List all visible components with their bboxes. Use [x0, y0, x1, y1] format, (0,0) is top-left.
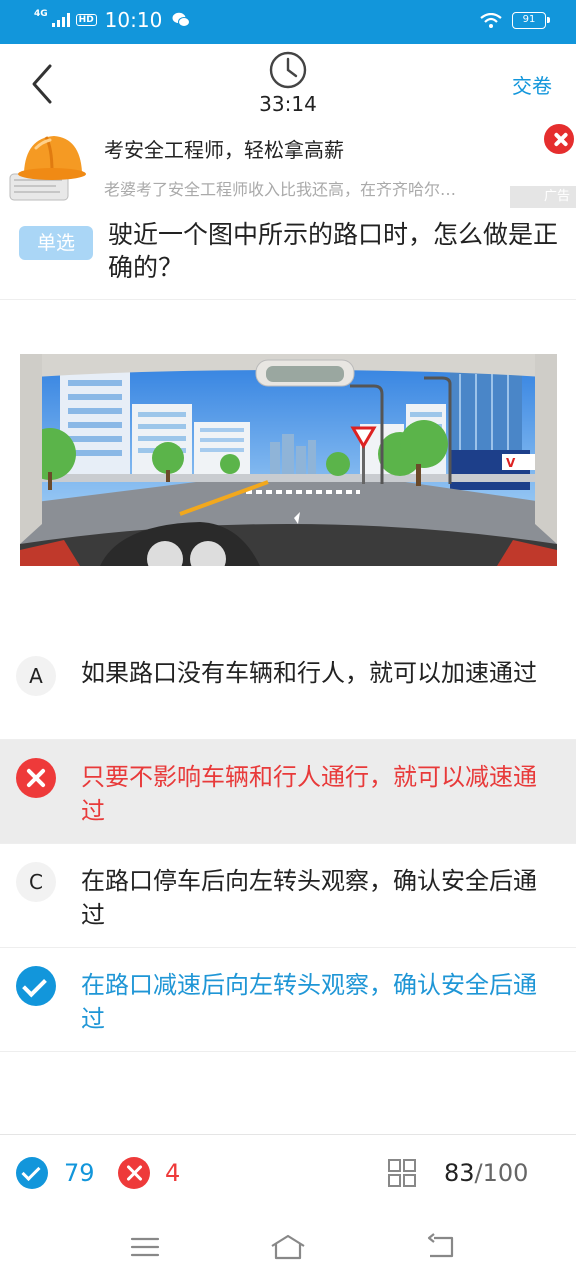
grid-icon[interactable]: [388, 1159, 416, 1187]
timer-text: 33:14: [259, 92, 317, 116]
option-c-text: 在路口停车后向左转头观察，确认安全后通过: [81, 867, 537, 929]
option-c[interactable]: C 在路口停车后向左转头观察，确认安全后通过: [0, 844, 576, 948]
option-a-letter: A: [16, 656, 56, 696]
option-d-text: 在路口减速后向左转头观察，确认安全后通过: [81, 971, 537, 1033]
option-c-letter: C: [16, 862, 56, 902]
ad-description: 老婆考了安全工程师收入比我还高，在齐齐哈尔…: [104, 180, 457, 199]
hard-hat-icon: [9, 136, 86, 201]
question-image: V: [20, 354, 557, 566]
question-type-badge: 单选: [19, 226, 93, 260]
status-bar: 4G HD 10:10 91: [0, 0, 576, 44]
wechat-icon: [172, 12, 191, 27]
correct-icon: [16, 966, 56, 1006]
option-a[interactable]: A 如果路口没有车辆和行人，就可以加速通过: [0, 636, 576, 740]
question: 单选 驶近一个图中所示的路口时，怎么做是正确的？: [0, 208, 576, 300]
option-d[interactable]: 在路口减速后向左转头观察，确认安全后通过: [0, 948, 576, 1052]
option-a-text: 如果路口没有车辆和行人，就可以加速通过: [81, 659, 537, 687]
status-left: 4G HD 10:10: [34, 8, 191, 32]
question-text: 驶近一个图中所示的路口时，怎么做是正确的？: [108, 220, 559, 282]
status-right: 91: [480, 12, 550, 29]
ad-banner[interactable]: 考安全工程师，轻松拿高薪 老婆考了安全工程师收入比我还高，在齐齐哈尔… 广告: [0, 122, 576, 208]
total-questions: /100: [474, 1159, 529, 1187]
home-icon[interactable]: [268, 1232, 308, 1262]
correct-count-icon: [16, 1157, 48, 1189]
wrong-count-icon: [118, 1157, 150, 1189]
wrong-count: 4: [165, 1159, 181, 1187]
system-nav-bar: [0, 1214, 576, 1280]
return-icon[interactable]: [424, 1232, 458, 1262]
current-question: 83: [444, 1159, 475, 1187]
wrong-icon: [16, 758, 56, 798]
answer-footer: 79 4 83/100: [0, 1134, 576, 1214]
hd-badge: HD: [75, 14, 97, 26]
ad-badge: 广告: [510, 186, 576, 208]
status-time: 10:10: [104, 8, 163, 32]
ad-title: 考安全工程师，轻松拿高薪: [104, 138, 344, 162]
signal-icon: [51, 13, 70, 27]
option-b[interactable]: 只要不影响车辆和行人通行，就可以减速通过: [0, 740, 576, 844]
header: 33:14 交卷: [0, 44, 576, 122]
menu-icon[interactable]: [128, 1232, 162, 1262]
battery-icon: 91: [512, 12, 550, 29]
svg-text:V: V: [506, 456, 516, 470]
clock-icon: [269, 51, 307, 89]
network-type: 4G: [34, 9, 48, 19]
wifi-icon: [480, 12, 502, 28]
submit-button[interactable]: 交卷: [512, 70, 552, 99]
question-progress[interactable]: 83/100: [444, 1159, 528, 1187]
ad-close-icon[interactable]: [542, 122, 576, 156]
correct-count: 79: [64, 1159, 95, 1187]
option-b-text: 只要不影响车辆和行人通行，就可以减速通过: [81, 763, 537, 825]
